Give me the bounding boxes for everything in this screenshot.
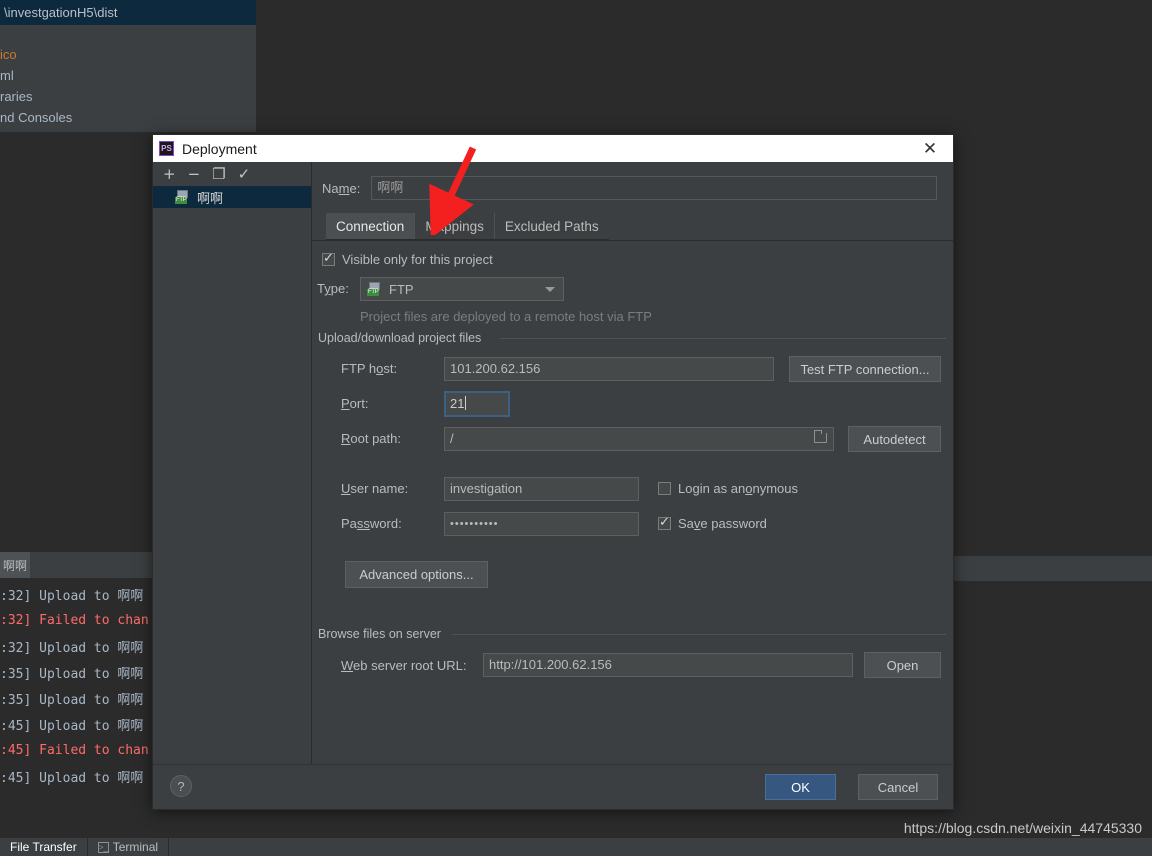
folder-icon[interactable] <box>814 430 827 443</box>
log-line: :45] Failed to chan <box>0 742 149 758</box>
password-input[interactable]: •••••••••• <box>444 512 639 536</box>
password-label: Password: <box>341 516 402 531</box>
log-line: :45] Upload to 啊啊 <box>0 770 144 786</box>
file-transfer-log-panel: 啊啊 :32] Upload to 啊啊 :32] Failed to chan… <box>0 552 152 822</box>
user-name-label: User name: <box>341 481 409 496</box>
advanced-options-button[interactable]: Advanced options... <box>345 561 488 588</box>
group-divider <box>452 634 946 635</box>
tab-excluded-paths[interactable]: Excluded Paths <box>493 213 609 239</box>
log-line: :32] Upload to 啊啊 <box>0 588 144 604</box>
name-input[interactable]: 啊啊 <box>371 176 938 200</box>
dialog-title: Deployment <box>182 140 257 157</box>
cancel-button[interactable]: Cancel <box>858 774 938 800</box>
login-anonymous-label: Login as anonymous <box>678 481 798 496</box>
servers-panel: + − ❐ ✓ FTP 啊啊 <box>153 162 312 764</box>
status-bar: File Transfer >_ Terminal <box>0 838 1152 856</box>
server-list-item-label: 啊啊 <box>197 190 224 206</box>
autodetect-button[interactable]: Autodetect <box>848 426 941 452</box>
add-server-icon[interactable]: + <box>163 166 176 182</box>
web-server-root-url-input[interactable]: http://101.200.62.156 <box>483 653 853 677</box>
tab-mappings[interactable]: Mappings <box>414 213 494 239</box>
upload-group-title: Upload/download project files <box>318 331 488 345</box>
text-caret <box>465 396 467 410</box>
statusbar-tab-terminal[interactable]: >_ Terminal <box>88 838 170 856</box>
statusbar-tab-label: Terminal <box>112 840 159 854</box>
ftp-host-label: FTP host: <box>341 361 398 376</box>
visible-only-checkbox[interactable]: Visible only for this project <box>322 251 493 267</box>
dialog-body: + − ❐ ✓ FTP 啊啊 Name: 啊啊 Connection Mappi… <box>153 162 953 764</box>
save-password-label: Save password <box>678 516 767 531</box>
statusbar-tab-label: File Transfer <box>10 840 77 854</box>
group-divider <box>500 338 946 339</box>
remove-server-icon[interactable]: − <box>188 166 201 182</box>
ftp-host-input[interactable]: 101.200.62.156 <box>444 357 774 381</box>
dialog-footer: ? OK Cancel <box>153 764 953 809</box>
phpstorm-icon: PS <box>159 141 174 156</box>
statusbar-tab-file-transfer[interactable]: File Transfer <box>0 838 88 856</box>
dialog-titlebar: PS Deployment ✕ <box>153 135 953 162</box>
project-tree-item[interactable]: ml <box>0 65 256 86</box>
ftp-server-icon: FTP <box>175 190 191 204</box>
root-path-label: Root path: <box>341 431 401 446</box>
checkbox-icon <box>658 482 671 495</box>
editor-highlight-band <box>952 556 1152 581</box>
tab-connection[interactable]: Connection <box>326 213 415 239</box>
log-line: :35] Upload to 啊啊 <box>0 666 144 682</box>
deployment-dialog: PS Deployment ✕ + − ❐ ✓ FTP 啊啊 Name: 啊啊 … <box>152 134 954 810</box>
close-icon[interactable]: ✕ <box>917 135 943 162</box>
watermark-url: https://blog.csdn.net/weixin_44745330 <box>903 820 1142 836</box>
port-input[interactable]: 21 <box>444 391 510 417</box>
ok-button[interactable]: OK <box>765 774 836 800</box>
project-tree-item[interactable]: nd Consoles <box>0 107 256 128</box>
checkbox-icon <box>322 251 335 266</box>
log-line: :45] Upload to 啊啊 <box>0 718 144 734</box>
login-anonymous-checkbox[interactable]: Login as anonymous <box>658 481 798 496</box>
type-label: Type: <box>317 281 349 296</box>
project-tree-item[interactable]: raries <box>0 86 256 107</box>
project-tree-item[interactable]: ico <box>0 44 256 65</box>
port-label: Port: <box>341 396 369 411</box>
save-password-checkbox[interactable]: Save password <box>658 515 767 531</box>
open-button[interactable]: Open <box>864 652 941 678</box>
root-path-browse-wrap <box>444 427 834 451</box>
test-ftp-connection-button[interactable]: Test FTP connection... <box>789 356 941 382</box>
log-line: :32] Upload to 啊啊 <box>0 640 144 656</box>
set-default-icon[interactable]: ✓ <box>238 166 251 182</box>
browse-group-title: Browse files on server <box>318 627 447 641</box>
user-name-input[interactable]: investigation <box>444 477 639 501</box>
server-list-item[interactable]: FTP 啊啊 <box>153 186 311 208</box>
web-server-root-url-label: Web server root URL: <box>341 658 467 673</box>
type-combobox[interactable]: FTP FTP <box>360 277 564 301</box>
type-hint: Project files are deployed to a remote h… <box>360 309 652 324</box>
copy-server-icon[interactable]: ❐ <box>212 166 225 182</box>
name-label: Name: <box>322 180 361 196</box>
servers-toolbar: + − ❐ ✓ <box>153 162 311 186</box>
file-transfer-server-tab[interactable]: 啊啊 <box>0 552 30 578</box>
details-tabs: Connection Mappings Excluded Paths <box>326 213 609 240</box>
ftp-type-icon: FTP <box>367 282 383 296</box>
log-line: :32] Failed to chan <box>0 612 149 628</box>
file-transfer-tabrow: 啊啊 <box>0 552 152 578</box>
visible-only-label: Visible only for this project <box>342 252 493 267</box>
name-row: Name: 啊啊 <box>322 176 939 200</box>
project-path-header: \investgationH5\dist <box>0 0 256 25</box>
log-line: :35] Upload to 啊啊 <box>0 692 144 708</box>
server-details-panel: Name: 啊啊 Connection Mappings Excluded Pa… <box>312 162 953 764</box>
checkbox-icon <box>658 515 671 530</box>
connection-pane: Visible only for this project Type: FTP … <box>312 240 953 764</box>
chevron-down-icon <box>545 287 555 292</box>
project-tool-window: \investgationH5\dist ico ml raries nd Co… <box>0 0 256 132</box>
terminal-icon: >_ <box>97 841 109 853</box>
type-combobox-value: FTP <box>389 281 414 297</box>
help-icon[interactable]: ? <box>170 775 192 797</box>
